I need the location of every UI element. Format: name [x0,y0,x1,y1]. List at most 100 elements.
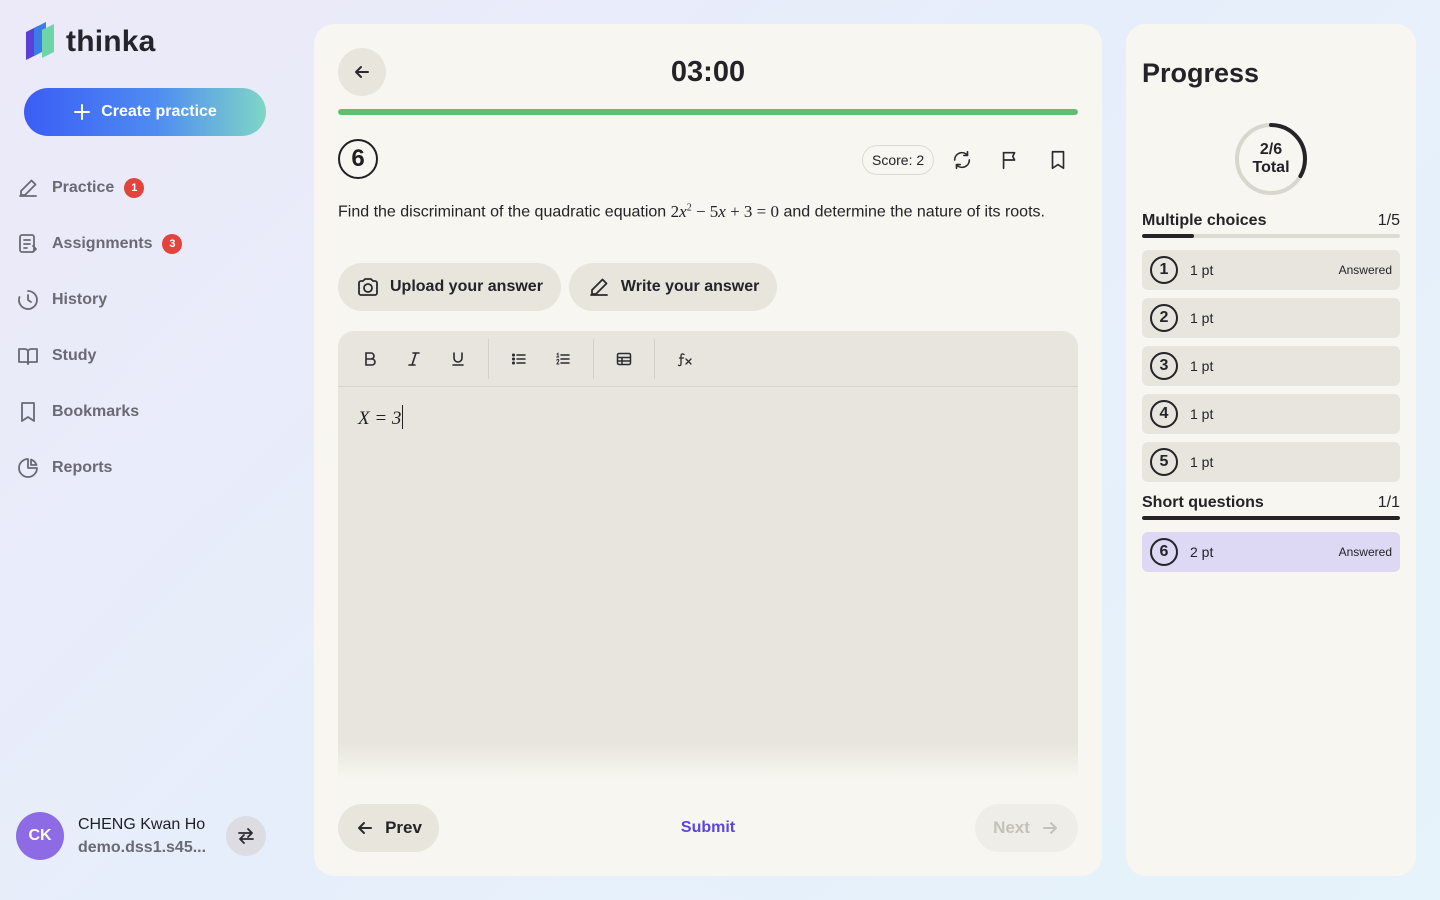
user-email: demo.dss1.s45... [78,838,207,856]
upload-answer-button[interactable]: Upload your answer [338,263,561,311]
question-number: 3 [1150,352,1178,380]
question-status: Answered [1338,263,1392,277]
history-icon [18,290,38,310]
question-points: 1 pt [1190,454,1214,470]
arrow-right-icon [1042,822,1057,834]
brand-name: thinka [66,25,156,58]
question-number: 6 [1150,538,1178,566]
sidebar-item-reports[interactable]: Reports [16,440,286,496]
user-name: CHENG Kwan Ho [78,815,206,833]
progress-panel: Progress 2/6 Total Multiple choices 1/5 … [1126,24,1416,876]
write-answer-button[interactable]: Write your answer [568,263,778,311]
next-label: Next [993,818,1030,837]
question-number: 6 [338,139,378,179]
score-badge: Score: 2 [862,145,935,175]
section-count: 1/1 [1377,494,1400,511]
bold-icon [365,351,376,366]
sidebar-item-history[interactable]: History [16,272,286,328]
sidebar-item-label: Study [52,347,97,364]
write-answer-label: Write your answer [620,278,760,295]
submit-button[interactable]: Submit [648,804,768,852]
question-item-4[interactable]: 4 1 pt [1142,394,1400,434]
question-number: 4 [1150,400,1178,428]
answer-input[interactable]: X = 3 [338,387,1078,448]
prev-button[interactable]: Prev [338,804,439,852]
sidebar-item-practice[interactable]: Practice 1 [16,160,286,216]
question-text: Find the discriminant of the quadratic e… [338,197,1078,224]
quiz-panel: 03:00 6 Score: 2 Find the discriminant o… [314,24,1102,876]
insert-formula-button[interactable] [671,345,699,373]
question-points: 1 pt [1190,262,1214,278]
table-icon [616,352,632,365]
sidebar-item-label: Assignments [52,235,153,252]
question-number: 5 [1150,448,1178,476]
prev-label: Prev [385,818,422,837]
total-caption: Total [1252,159,1290,176]
italic-button[interactable] [400,345,428,373]
numbered-list-icon [556,352,570,364]
switch-account-button[interactable] [226,816,266,856]
question-item-1[interactable]: 1 1 pt Answered [1142,250,1400,290]
assignment-icon [19,234,37,253]
pie-chart-icon [18,458,38,478]
question-status: Answered [1338,545,1392,559]
progress-title: Progress [1142,58,1260,88]
question-number: 2 [1150,304,1178,332]
assignments-count-badge: 3 [162,234,183,254]
next-button[interactable]: Next [975,804,1078,852]
question-item-6[interactable]: 6 2 pt Answered [1142,532,1400,572]
question-points: 1 pt [1190,358,1214,374]
create-practice-label: Create practice [101,103,217,120]
pencil-icon [590,278,608,296]
swap-arrows-icon [238,828,254,844]
sidebar-item-label: Bookmarks [52,403,140,420]
refresh-button[interactable] [948,146,976,174]
bullet-list-icon [511,352,526,365]
toolbar-divider [654,338,655,379]
question-item-3[interactable]: 3 1 pt [1142,346,1400,386]
section-progress-fill [1142,516,1400,520]
question-text-after: and determine the nature of its roots. [783,203,1045,221]
book-icon [18,348,38,365]
editor-toolbar [338,331,1078,387]
toolbar-divider [488,338,489,379]
arrow-left-icon [358,822,373,834]
underline-button[interactable] [444,345,472,373]
bold-button[interactable] [356,345,384,373]
section-progress-fill [1142,234,1194,238]
text-cursor [402,405,404,429]
answer-text: X = 3 [358,408,402,429]
sidebar-item-assignments[interactable]: Assignments 3 [16,216,286,272]
total-fraction: 2/6 [1259,141,1283,158]
question-item-5[interactable]: 5 1 pt [1142,442,1400,482]
thinka-logo-icon [26,22,54,60]
insert-table-button[interactable] [610,345,638,373]
question-points: 1 pt [1190,310,1214,326]
numbered-list-button[interactable] [549,345,577,373]
camera-icon [358,278,378,296]
avatar[interactable]: CK [16,812,64,860]
question-number: 1 [1150,256,1178,284]
sidebar-item-label: History [52,291,108,308]
question-item-2[interactable]: 2 1 pt [1142,298,1400,338]
editor-fade [338,743,1078,779]
countdown-timer: 03:00 [670,56,746,88]
flag-icon [1002,151,1016,170]
section-progress-bar [1142,516,1400,520]
question-points: 1 pt [1190,406,1214,422]
flag-button[interactable] [996,146,1024,174]
bullet-list-button[interactable] [505,345,533,373]
question-text-before: Find the discriminant of the quadratic e… [338,203,667,221]
sidebar-nav: Practice 1 Assignments 3 History Study B… [16,160,286,496]
quadratic-equation: 2x2 − 5x + 3 = 0 [670,201,780,221]
section-title: Short questions [1142,494,1264,511]
sidebar-item-study[interactable]: Study [16,328,286,384]
bookmark-button[interactable] [1044,146,1072,174]
brand-logo[interactable]: thinka [24,22,156,62]
underline-icon [452,351,464,366]
answer-mode-tabs: Upload your answer Write your answer [338,263,778,311]
refresh-icon [953,150,971,170]
sidebar-item-bookmarks[interactable]: Bookmarks [16,384,286,440]
create-practice-button[interactable]: Create practice [24,88,266,136]
formula-icon [677,352,692,366]
